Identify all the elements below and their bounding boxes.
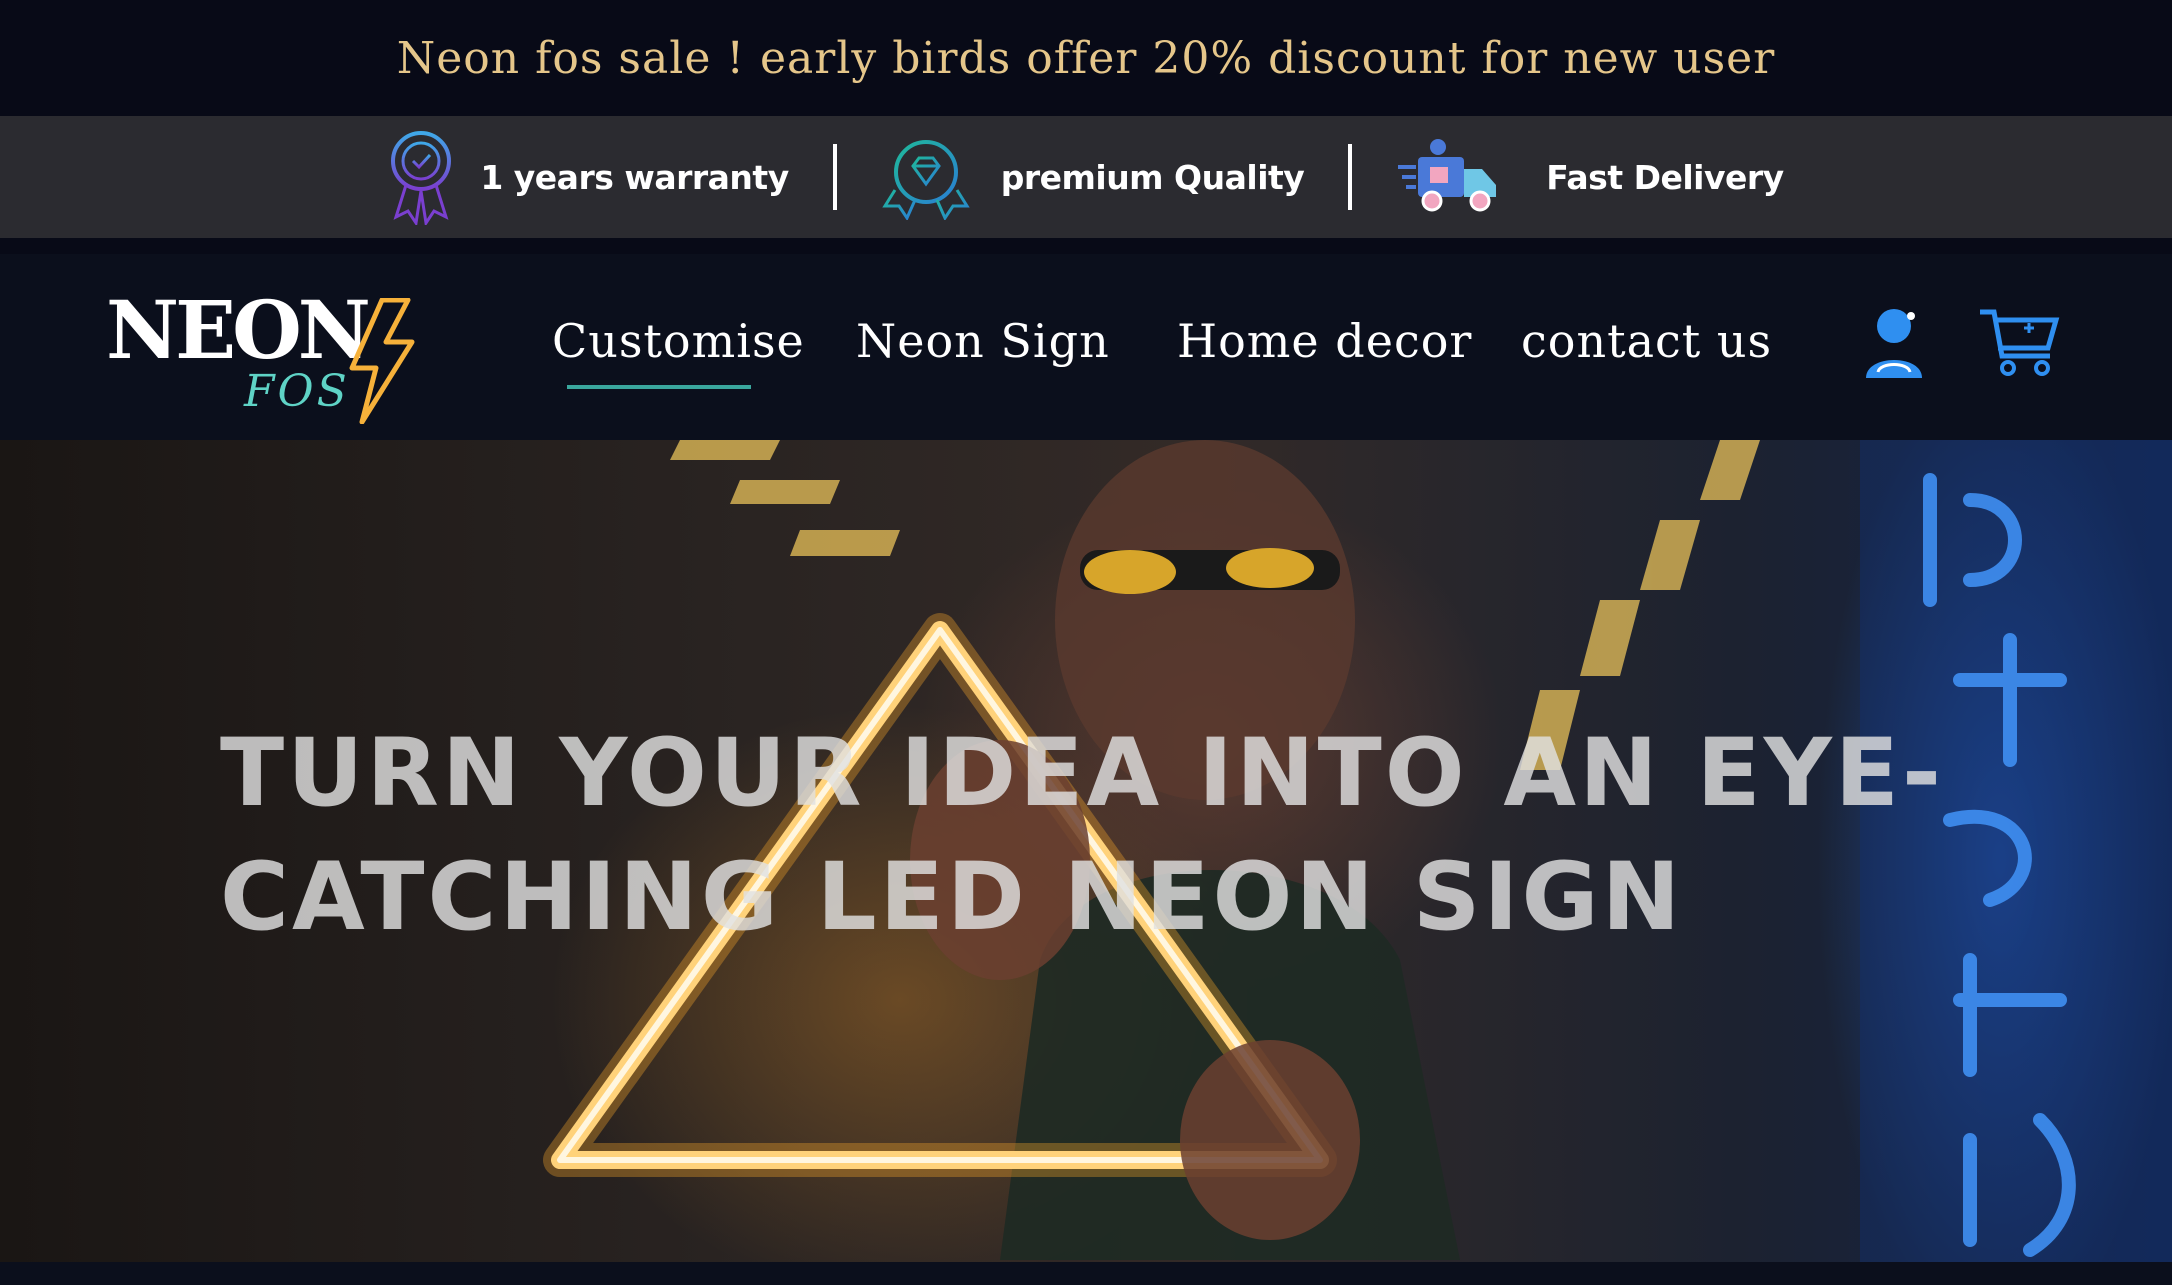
award-ribbon-icon — [391, 131, 452, 225]
nav-customise[interactable]: Customise — [552, 314, 805, 368]
divider — [832, 144, 837, 210]
feature-label: Fast Delivery — [1546, 157, 1784, 197]
spacer — [0, 238, 2172, 254]
user-icon[interactable] — [1862, 306, 1928, 382]
logo-text: NEON — [106, 283, 371, 377]
hero-banner: TURN YOUR IDEA INTO AN EYE-CATCHING LED … — [0, 440, 2172, 1262]
feature-label: premium Quality — [1000, 157, 1305, 197]
main-header: NEON FOS Customise Neon Sign Home decor … — [0, 254, 2172, 440]
announcement-text: Neon fos sale ! early birds offer 20% di… — [396, 32, 1776, 84]
feature-quality: premium Quality — [881, 134, 1305, 220]
divider — [1348, 144, 1353, 210]
active-nav-indicator — [567, 385, 751, 389]
hero-headline: TURN YOUR IDEA INTO AN EYE-CATCHING LED … — [220, 719, 1945, 952]
delivery-truck-icon — [1398, 139, 1497, 212]
feature-delivery: Fast Delivery — [1396, 137, 1784, 217]
announcement-bar: Neon fos sale ! early birds offer 20% di… — [0, 0, 2172, 116]
nav-neon-sign[interactable]: Neon Sign — [856, 314, 1110, 368]
nav-home-decor[interactable]: Home decor — [1177, 314, 1472, 368]
lightning-icon — [349, 298, 415, 424]
page-bottom-strip — [0, 1262, 2172, 1285]
nav-contact-us[interactable]: contact us — [1521, 314, 1772, 368]
logo-subtext: FOS — [244, 366, 350, 417]
logo[interactable]: NEON FOS — [106, 283, 426, 424]
cart-icon[interactable] — [1978, 306, 2060, 378]
feature-warranty: 1 years warranty — [388, 129, 789, 225]
diamond-badge-icon — [882, 140, 970, 220]
features-bar: 1 years warranty premium Quality Fast De… — [0, 116, 2172, 238]
feature-label: 1 years warranty — [480, 157, 789, 197]
